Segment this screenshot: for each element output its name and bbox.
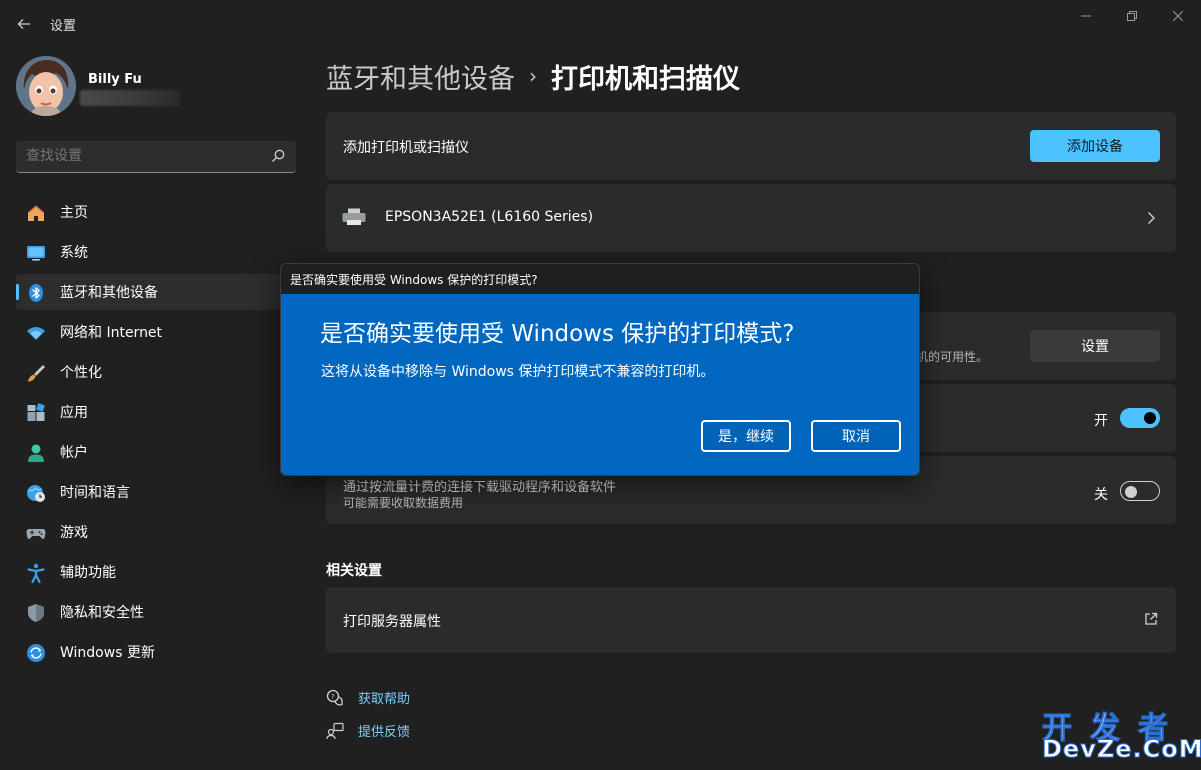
brush-icon [26,363,46,383]
app-title: 设置 [50,19,77,34]
toggle-state-label: 开 [1094,413,1108,429]
sidebar-item-label: 个性化 [60,365,102,381]
search-input[interactable] [26,148,266,164]
breadcrumb: 蓝牙和其他设备 › 打印机和扫描仪 [326,56,740,96]
metered-toggle-state-label: 关 [1094,487,1108,503]
accessibility-icon [26,563,46,583]
sidebar-item-privacy-security[interactable]: 隐私和安全性 [16,594,296,630]
avatar [16,56,76,116]
dialog-message: 这将从设备中移除与 Windows 保护打印模式不兼容的打印机。 [321,364,715,380]
protected-mode-settings-button[interactable]: 设置 [1030,330,1160,362]
update-icon [26,643,46,663]
settings-window: 设置 Billy Fu 查找设置 主页 系统 蓝牙和其他设备 网络和 Inter… [0,0,1201,770]
title-bar: 设置 [0,0,1201,48]
cancel-button[interactable]: 取消 [811,420,901,452]
bluetooth-icon [26,283,46,303]
home-icon [26,203,46,223]
get-help-text: 获取帮助 [358,692,411,707]
add-device-button[interactable]: 添加设备 [1030,130,1160,162]
account-icon [26,443,46,463]
sidebar-item-label: 蓝牙和其他设备 [60,285,158,301]
watermark-logo: 开发者 DevZe.CoM [1042,703,1201,765]
preference-toggle[interactable] [1120,408,1160,428]
get-help-link[interactable]: ? 获取帮助 [326,688,410,707]
dialog-heading: 是否确实要使用受 Windows 保护的打印模式? [320,321,795,347]
gamepad-icon [26,523,46,543]
watermark-line2: DevZe.CoM [1042,735,1201,764]
sidebar-item-label: 帐户 [60,445,88,461]
sidebar-item-apps[interactable]: 应用 [16,394,296,430]
back-button[interactable] [8,8,40,40]
sidebar-item-personalization[interactable]: 个性化 [16,354,296,390]
user-profile[interactable]: Billy Fu [16,56,296,120]
protected-print-mode-dialog: 是否确实要使用受 Windows 保护的打印模式? 是否确实要使用受 Windo… [280,263,920,476]
svg-text:?: ? [331,693,335,701]
sidebar-item-label: 网络和 Internet [60,325,163,341]
globe-clock-icon [26,483,46,503]
sidebar-item-label: 主页 [60,205,88,221]
sidebar-item-label: 系统 [60,245,88,261]
metered-download-title: 通过按流量计费的连接下载驱动程序和设备软件 [343,480,617,495]
sidebar-item-accounts[interactable]: 帐户 [16,434,296,470]
user-email-blurred [80,90,180,106]
chevron-right-icon [1148,212,1155,224]
breadcrumb-separator: › [529,64,537,88]
sidebar-item-label: 辅助功能 [60,565,116,581]
printer-name: EPSON3A52E1 (L6160 Series) [385,209,594,225]
page-title: 打印机和扫描仪 [551,63,740,95]
close-button[interactable] [1155,0,1201,32]
breadcrumb-parent[interactable]: 蓝牙和其他设备 [326,57,515,96]
user-name: Billy Fu [88,72,142,87]
sidebar-item-gaming[interactable]: 游戏 [16,514,296,550]
give-feedback-link[interactable]: 提供反馈 [326,721,410,740]
add-printer-card: 添加打印机或扫描仪 添加设备 [326,112,1176,180]
printer-icon [342,208,366,225]
protected-mode-description-tail: 机的可用性。 [916,350,989,364]
sidebar-item-label: 时间和语言 [60,485,130,501]
give-feedback-text: 提供反馈 [358,725,411,740]
sidebar-item-windows-update[interactable]: Windows 更新 [16,634,296,670]
sidebar-item-home[interactable]: 主页 [16,194,296,230]
sidebar-item-time-language[interactable]: 时间和语言 [16,474,296,510]
restore-icon [1127,11,1137,21]
minimize-button[interactable] [1063,0,1109,32]
dialog-window-title: 是否确实要使用受 Windows 保护的打印模式? [290,273,538,287]
sidebar-item-label: 游戏 [60,525,88,541]
search-icon[interactable] [270,148,286,164]
restore-button[interactable] [1109,0,1155,32]
confirm-continue-button[interactable]: 是，继续 [701,420,791,452]
dialog-title-bar: 是否确实要使用受 Windows 保护的打印模式? [281,264,919,294]
sidebar-item-system[interactable]: 系统 [16,234,296,270]
print-server-properties-item[interactable]: 打印服务器属性 [326,587,1176,653]
related-settings-title: 相关设置 [326,563,382,579]
monitor-icon [26,243,46,263]
print-server-properties-label: 打印服务器属性 [343,614,441,630]
toggle-knob [1125,486,1137,498]
feedback-icon [326,722,344,740]
sidebar-item-bluetooth-devices[interactable]: 蓝牙和其他设备 [16,274,296,310]
external-link-icon [1145,612,1158,625]
search-box[interactable] [16,141,296,173]
sidebar-item-label: 隐私和安全性 [60,605,144,621]
sidebar-nav: 主页 系统 蓝牙和其他设备 网络和 Internet 个性化 应用 帐户 时间和… [16,194,296,674]
arrow-left-icon [17,19,30,29]
sidebar-item-label: Windows 更新 [60,645,155,661]
close-icon [1173,11,1183,21]
apps-icon [26,403,46,423]
sidebar-item-accessibility[interactable]: 辅助功能 [16,554,296,590]
minimize-icon [1081,15,1091,17]
wifi-icon [26,323,46,343]
shield-icon [26,603,46,623]
metered-download-subtitle: 可能需要收取数据费用 [343,496,464,510]
add-printer-label: 添加打印机或扫描仪 [343,140,469,156]
metered-download-toggle[interactable] [1120,481,1160,501]
sidebar-item-network[interactable]: 网络和 Internet [16,314,296,350]
toggle-knob [1144,412,1156,424]
sidebar-item-label: 应用 [60,405,88,421]
help-chat-icon: ? [326,689,344,707]
printer-list-item[interactable]: EPSON3A52E1 (L6160 Series) [326,184,1176,252]
